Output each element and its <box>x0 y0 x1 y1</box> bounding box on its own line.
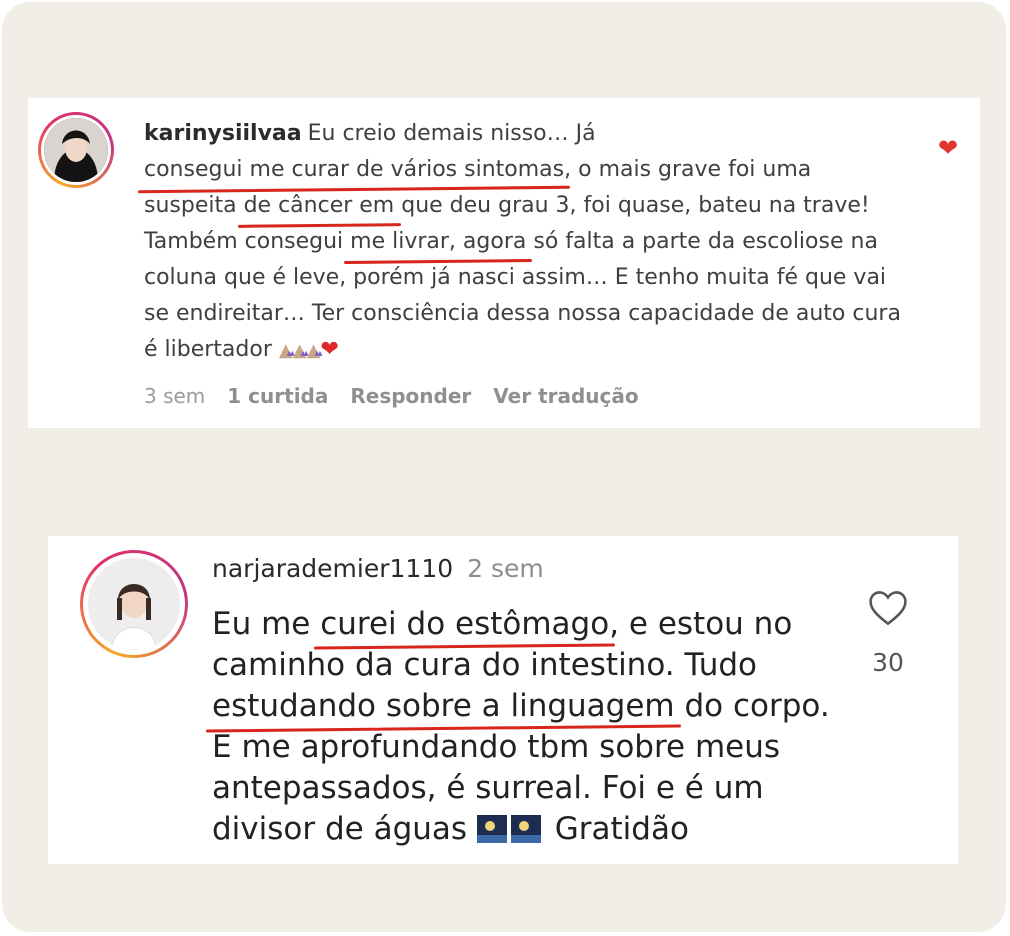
comment-username[interactable]: karinysiilvaa <box>144 121 302 146</box>
likes-count-link[interactable]: 1 curtida <box>227 384 328 408</box>
highlight-underline: consegui me curar de vários sintomas <box>144 152 564 188</box>
comment-text-2: Eu me curei do estômago, e estou no cami… <box>212 604 830 847</box>
comment-meta-1: 3 sem 1 curtida Responder Ver tradução <box>144 384 661 408</box>
profile-photo <box>88 558 180 650</box>
like-heart-icon[interactable] <box>866 586 910 630</box>
comment-time: 2 sem <box>467 554 544 583</box>
folded-hands-icon: ▲ <box>293 333 307 372</box>
comment-time: 3 sem <box>144 384 206 408</box>
profile-photo <box>44 118 108 182</box>
highlight-underline: estudando sobre a linguagem <box>212 686 675 727</box>
folded-hands-icon: ▲ <box>307 333 321 372</box>
red-heart-icon: ❤ <box>320 337 339 362</box>
night-sky-icon <box>510 815 541 843</box>
like-heart-icon[interactable]: ❤ <box>938 134 958 162</box>
highlight-underline: curei do estômago <box>320 604 609 645</box>
like-count: 30 <box>872 648 904 677</box>
see-translation-link[interactable]: Ver tradução <box>493 384 638 408</box>
avatar[interactable] <box>38 112 114 188</box>
highlight-underline: de câncer em <box>244 188 395 224</box>
folded-hands-icon: ▲ <box>279 333 293 372</box>
comment-header-2: narjarademier1110 2 sem <box>212 554 544 583</box>
night-sky-icon <box>476 815 507 843</box>
comment-text-1: karinysiilvaa Eu creio demais nisso… Já c… <box>144 116 904 372</box>
highlight-underline: me livrar, agora <box>350 224 526 260</box>
avatar[interactable] <box>80 550 188 658</box>
reply-button[interactable]: Responder <box>350 384 471 408</box>
comment-username[interactable]: narjarademier1110 <box>212 554 453 583</box>
